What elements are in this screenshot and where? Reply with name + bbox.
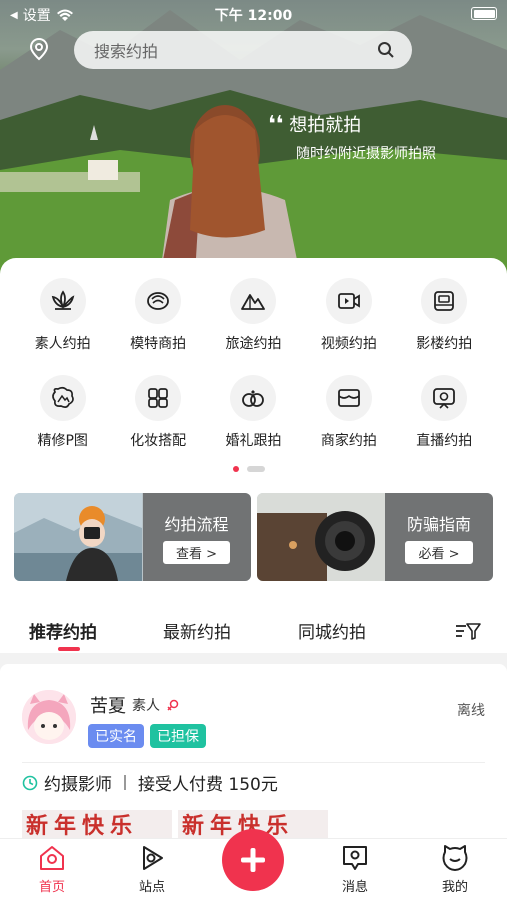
clock-icon — [22, 775, 38, 790]
post-need: 约摄影师 — [44, 775, 112, 795]
banner-text: 防骗指南 必看 > — [385, 493, 493, 581]
page-dot-active — [233, 466, 239, 472]
user-name-row: 苦夏 素人 — [90, 692, 180, 718]
quote-icon: ❛❛ — [268, 111, 284, 137]
category-item[interactable]: 素人约拍 — [19, 278, 107, 353]
category-grid: 素人约拍 模特商拍 旅途约拍 视频约拍 影楼约拍 精修P图 化妆搭配 婚礼跟拍 … — [0, 278, 507, 472]
nav-station[interactable]: 站点 — [122, 842, 182, 895]
guaranteed-badge: 已担保 — [150, 724, 206, 748]
photographer-photo — [14, 493, 142, 581]
hero-banner: ◀ 设置 下午 12:00 搜索约拍 ❛❛ 想拍就拍 随时约附近摄影师拍照 — [0, 0, 507, 275]
avatar[interactable] — [22, 690, 76, 744]
verified-badge: 已实名 — [88, 724, 144, 748]
active-tab-indicator — [58, 647, 80, 651]
search-input[interactable]: 搜索约拍 — [94, 38, 376, 62]
lotus-icon — [51, 290, 75, 310]
category-item[interactable]: 影楼约拍 — [400, 278, 488, 353]
category-label: 旅途约拍 — [225, 336, 282, 352]
category-item[interactable]: 商家约拍 — [305, 375, 393, 450]
category-item[interactable]: 直播约拍 — [400, 375, 488, 450]
nav-label: 站点 — [138, 880, 165, 895]
home-icon — [40, 846, 64, 870]
process-banner[interactable]: 约拍流程 查看 > — [14, 493, 251, 581]
category-label: 视频约拍 — [320, 336, 377, 352]
nav-label: 首页 — [38, 880, 65, 895]
category-item[interactable]: 精修P图 — [19, 375, 107, 450]
online-status: 离线 — [457, 703, 485, 719]
station-icon — [143, 846, 163, 870]
publish-button[interactable] — [222, 829, 284, 891]
rings-icon — [242, 390, 265, 407]
verification-tags: 已实名 已担保 — [88, 724, 206, 748]
profile-icon — [442, 845, 468, 871]
category-item[interactable]: 化妆搭配 — [114, 375, 202, 450]
nav-label: 消息 — [341, 880, 368, 895]
message-icon — [343, 846, 367, 870]
nav-messages[interactable]: 消息 — [325, 842, 385, 895]
main-panel: 素人约拍 模特商拍 旅途约拍 视频约拍 影楼约拍 精修P图 化妆搭配 婚礼跟拍 … — [0, 258, 507, 653]
tab-latest[interactable]: 最新约拍 — [163, 618, 231, 643]
view-button[interactable]: 查看 > — [162, 541, 231, 564]
anti-fraud-banner[interactable]: 防骗指南 必看 > — [256, 493, 493, 581]
separator — [124, 775, 126, 790]
banner-title: 约拍流程 — [164, 515, 229, 534]
promo-banners: 约拍流程 查看 > 防骗指南 必看 > — [14, 493, 493, 581]
page-indicator — [233, 466, 265, 472]
plus-icon — [241, 848, 265, 872]
category-item[interactable]: 视频约拍 — [305, 278, 393, 353]
bottom-nav: 首页 站点 消息 我的 — [0, 829, 507, 900]
filter-icon[interactable] — [455, 621, 481, 641]
thumb-text: 新年快乐 — [26, 814, 139, 839]
category-label: 素人约拍 — [34, 336, 91, 352]
camera-icon — [434, 291, 455, 311]
post-fee: 接受人付费 150元 — [138, 775, 278, 795]
live-icon — [433, 388, 456, 409]
hero-slogan: ❛❛ 想拍就拍 随时约附近摄影师拍照 — [268, 111, 436, 163]
hero-title: 想拍就拍 — [289, 115, 362, 136]
video-icon — [337, 293, 360, 309]
category-label: 婚礼跟拍 — [225, 433, 282, 449]
status-bar: ◀ 设置 下午 12:00 — [0, 0, 507, 28]
tab-recommended[interactable]: 推荐约拍 — [29, 618, 97, 643]
category-label: 直播约拍 — [416, 433, 473, 449]
photo-edit-icon — [51, 386, 74, 408]
post-info: 约摄影师 接受人付费 150元 — [22, 770, 278, 795]
category-label: 商家约拍 — [320, 433, 377, 449]
banner-title: 防骗指南 — [406, 515, 471, 534]
category-label: 影楼约拍 — [416, 336, 473, 352]
tab-local[interactable]: 同城约拍 — [298, 618, 366, 643]
category-item[interactable]: 婚礼跟拍 — [209, 375, 297, 450]
page-dot — [247, 466, 265, 472]
category-label: 模特商拍 — [130, 336, 187, 352]
gender-female-icon — [167, 699, 179, 711]
banner-text: 约拍流程 查看 > — [142, 493, 251, 581]
category-item[interactable]: 模特商拍 — [114, 278, 202, 353]
feed-tabs: 推荐约拍 最新约拍 同城约拍 — [0, 618, 507, 651]
category-item[interactable]: 旅途约拍 — [209, 278, 297, 353]
user-name[interactable]: 苦夏 — [90, 692, 126, 718]
hero-subtitle: 随时约附近摄影师拍照 — [296, 146, 436, 162]
shop-icon — [337, 389, 360, 407]
nav-home[interactable]: 首页 — [22, 842, 82, 895]
status-time: 下午 12:00 — [214, 8, 293, 24]
must-read-button[interactable]: 必看 > — [405, 541, 473, 564]
battery-icon — [471, 7, 497, 20]
category-label: 精修P图 — [37, 433, 88, 449]
search-bar[interactable]: 搜索约拍 — [74, 31, 412, 69]
divider — [22, 762, 485, 763]
post-card[interactable]: 苦夏 素人 已实名 已担保 离线 约摄影师 接受人付费 150元 新年快乐 新年… — [0, 664, 507, 844]
location-icon[interactable] — [26, 36, 52, 62]
anime-avatar-image — [22, 690, 76, 744]
makeup-icon — [148, 388, 168, 408]
user-role: 素人 — [132, 698, 160, 714]
nav-profile[interactable]: 我的 — [425, 842, 485, 895]
camera-photo — [256, 493, 385, 581]
search-icon[interactable] — [376, 40, 396, 60]
flower-icon — [147, 292, 169, 310]
mountain-icon — [241, 294, 266, 310]
nav-label: 我的 — [441, 880, 468, 895]
category-label: 化妆搭配 — [130, 433, 187, 449]
